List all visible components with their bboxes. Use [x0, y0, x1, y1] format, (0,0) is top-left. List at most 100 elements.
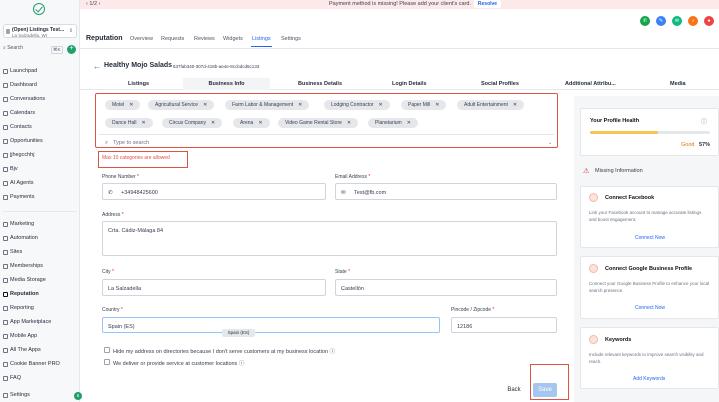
- save-button[interactable]: Save: [533, 383, 557, 397]
- sidebar-item-jjhegcchhj[interactable]: jjhegcchhj: [0, 150, 80, 162]
- connect-google-card: Connect Google Business Profile Connect …: [580, 256, 719, 319]
- chevron-down-icon[interactable]: ⌄: [548, 140, 552, 146]
- chevron-updown-icon: ⇕: [68, 28, 73, 34]
- health-bar-fill: [590, 131, 659, 134]
- sidebar-item-dashboard[interactable]: Dashboard: [0, 80, 80, 92]
- sidebar-item-automation[interactable]: Automation: [0, 233, 80, 245]
- info-icon: ⓘ: [238, 361, 245, 367]
- tab-requests[interactable]: Requests: [161, 36, 184, 42]
- quick-add-button[interactable]: +: [67, 45, 76, 54]
- sidebar-item-calendars[interactable]: Calendars: [0, 108, 80, 120]
- sidebar-item-media-storage[interactable]: Media Storage: [0, 275, 80, 287]
- calendar-icon: [3, 111, 8, 116]
- connect-facebook-link[interactable]: Connect Now: [635, 235, 665, 241]
- back-arrow-icon[interactable]: ←: [93, 62, 101, 71]
- card-title: Connect Google Business Profile: [605, 266, 693, 272]
- chip-label: Circus Company: [169, 120, 206, 126]
- back-button[interactable]: Back: [502, 383, 526, 397]
- close-icon[interactable]: ✕: [258, 120, 262, 126]
- tab-reviews[interactable]: Reviews: [194, 36, 215, 42]
- category-chip: Video Game Rental Store ✕: [278, 118, 359, 128]
- close-icon[interactable]: ✕: [347, 120, 351, 126]
- city-field[interactable]: La Salzadella: [102, 279, 326, 296]
- subtab-media[interactable]: Media: [670, 81, 686, 87]
- subtab-business-info[interactable]: Business Info: [183, 78, 270, 90]
- sidebar-item-label: Reputation: [10, 291, 39, 297]
- sidebar-item-sites[interactable]: Sites: [0, 247, 80, 259]
- state-select[interactable]: Castellón ⌄: [335, 279, 557, 296]
- sidebar-item-memberships[interactable]: Memberships: [0, 261, 80, 273]
- sidebar-item-contacts[interactable]: Contacts: [0, 122, 80, 134]
- megaphone-icon[interactable]: ✎: [656, 16, 666, 26]
- chat-icon[interactable]: ✉: [672, 16, 682, 26]
- zip-label: Pincode / Zipcode *: [451, 307, 495, 313]
- tab-widgets[interactable]: Widgets: [223, 36, 243, 42]
- chip-label: Farm Labor & Management: [232, 102, 294, 108]
- tab-overview[interactable]: Overview: [130, 36, 153, 42]
- bell-icon[interactable]: ♪: [688, 16, 698, 26]
- zip-field[interactable]: 12186: [451, 317, 557, 333]
- sidebar-item-payments[interactable]: Payments: [0, 192, 80, 204]
- sidebar-item-mobile-app[interactable]: Mobile App: [0, 331, 80, 343]
- email-field[interactable]: ✉ Test@fb.com: [335, 183, 557, 200]
- connect-google-link[interactable]: Connect Now: [635, 305, 665, 311]
- close-icon[interactable]: ✕: [141, 120, 145, 126]
- sidebar-item-cookie-banner[interactable]: Cookie Banner PRO: [0, 359, 80, 371]
- add-keywords-link[interactable]: Add Keywords: [633, 376, 665, 382]
- address-textarea[interactable]: Crta. Cádiz-Málaga 84: [102, 221, 557, 256]
- avatar[interactable]: ●: [704, 16, 714, 26]
- close-icon[interactable]: ✕: [379, 102, 383, 108]
- close-icon[interactable]: ✕: [129, 102, 133, 108]
- sidebar-item-label: Mobile App: [10, 333, 38, 339]
- close-icon[interactable]: ✕: [298, 102, 302, 108]
- sidebar-item-app-marketplace[interactable]: App Marketplace: [0, 317, 80, 329]
- sidebar-item-all-the-apps[interactable]: All The Apps: [0, 345, 80, 357]
- sidebar-item-label: Marketing: [10, 221, 35, 227]
- sidebar-search[interactable]: ⌕ Search ⌘K: [3, 45, 63, 55]
- sidebar-item-conversations[interactable]: Conversations: [0, 94, 80, 106]
- grid-icon: [3, 320, 8, 325]
- subtab-listings[interactable]: Listings: [128, 81, 149, 87]
- sidebar-item-settings[interactable]: Settings: [0, 390, 80, 402]
- subtab-login-details[interactable]: Login Details: [392, 81, 427, 87]
- sidebar-item-label: Launchpad: [10, 68, 38, 74]
- close-icon[interactable]: ✕: [211, 120, 215, 126]
- phone-icon: ✆: [108, 190, 113, 196]
- sidebar-item-ai-agents[interactable]: AI Agents: [0, 178, 80, 190]
- sidebar-item-reputation[interactable]: Reputation: [0, 289, 80, 301]
- deliver-checkbox[interactable]: [104, 359, 110, 365]
- location-switcher[interactable]: (Open) Listings Test... La Salzadella, W…: [3, 24, 77, 38]
- payment-icon: [3, 195, 8, 200]
- subtab-business-details[interactable]: Business Details: [298, 81, 342, 87]
- tab-listings[interactable]: Listings: [252, 36, 271, 42]
- hide-address-checkbox[interactable]: [104, 347, 110, 353]
- category-search-input[interactable]: ⌕ Type to search: [105, 140, 149, 147]
- resolve-button[interactable]: Resolve: [474, 0, 501, 8]
- close-icon[interactable]: ✕: [435, 102, 439, 108]
- sidebar-item-launchpad[interactable]: Launchpad: [0, 66, 80, 78]
- link-icon: [3, 153, 8, 158]
- rocket-icon: [3, 69, 8, 74]
- sidebar-item-reporting[interactable]: Reporting: [0, 303, 80, 315]
- chat-icon: [3, 97, 8, 102]
- sidebar-item-opportunities[interactable]: Opportunities: [0, 136, 80, 148]
- category-chip: Lodging Contractor ✕: [324, 100, 390, 110]
- close-icon[interactable]: ✕: [407, 120, 411, 126]
- subtab-additional-attributes[interactable]: Additional Attribu...: [565, 81, 616, 87]
- hide-address-label: Hide my address on directories because I…: [113, 349, 336, 355]
- sidebar-item-faq[interactable]: FAQ: [0, 373, 80, 385]
- google-icon: [589, 264, 598, 273]
- phone-field[interactable]: ✆ +34948425600: [102, 183, 326, 200]
- subtab-social-profiles[interactable]: Social Profiles: [481, 81, 519, 87]
- country-select[interactable]: Spain (ES) ⌄: [102, 317, 440, 333]
- email-label: Email Address *: [335, 174, 371, 180]
- sidebar-item-marketing[interactable]: Marketing: [0, 219, 80, 231]
- tab-settings[interactable]: Settings: [281, 36, 301, 42]
- state-label: State *: [335, 269, 351, 275]
- megaphone-icon: [3, 222, 8, 227]
- phone-icon[interactable]: ✆: [640, 16, 650, 26]
- sidebar-item-bjv[interactable]: Bjv: [0, 164, 80, 176]
- close-icon[interactable]: ✕: [513, 102, 517, 108]
- close-icon[interactable]: ✕: [203, 102, 207, 108]
- missing-title: Missing Information: [595, 168, 643, 174]
